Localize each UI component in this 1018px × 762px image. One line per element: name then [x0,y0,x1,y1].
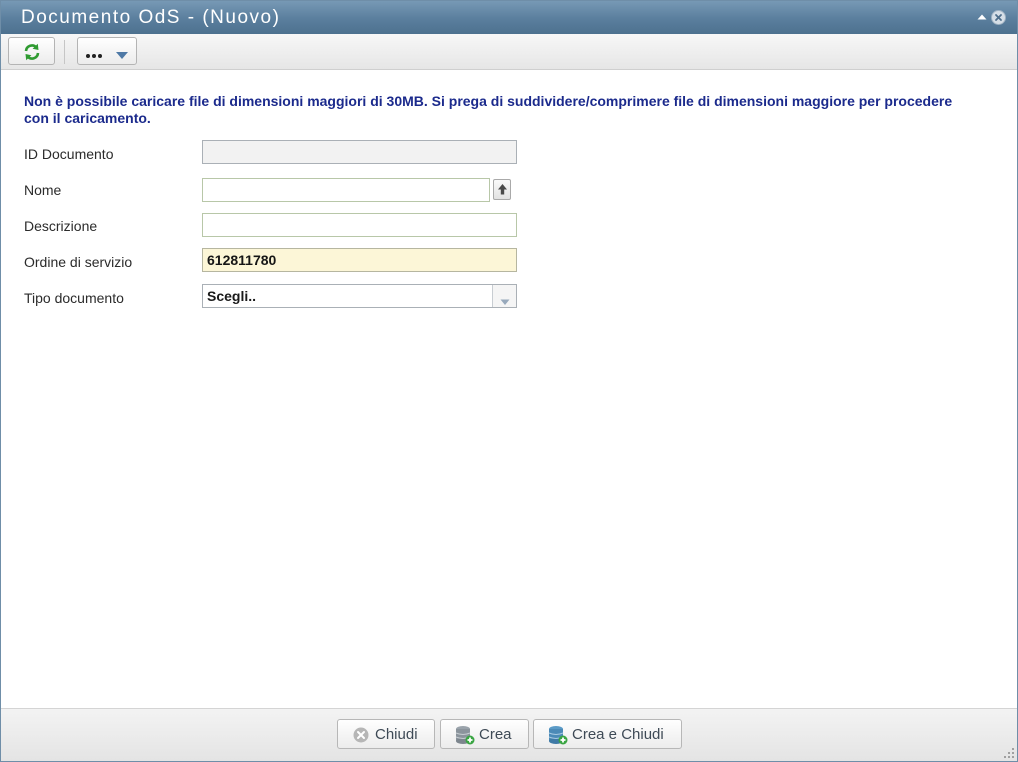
crea-e-chiudi-label: Crea e Chiudi [572,726,664,743]
id-documento-field [202,140,517,164]
tipo-documento-select[interactable]: Scegli.. [202,284,517,308]
tipo-documento-value: Scegli.. [207,288,257,304]
crea-button[interactable]: Crea [440,719,529,749]
close-icon[interactable] [991,10,1006,25]
id-documento-label: ID Documento [24,146,114,162]
chiudi-button[interactable]: Chiudi [337,719,435,749]
dialog-footer: Chiudi Crea Crea e Chiudi [1,708,1017,761]
dialog-window: Documento OdS - (Nuovo) Non è possibile … [0,0,1018,762]
title-bar[interactable]: Documento OdS - (Nuovo) [1,1,1017,34]
chevron-down-icon [500,293,510,311]
database-add-icon [548,725,568,749]
database-add-icon [455,725,475,749]
refresh-button[interactable] [8,37,55,65]
nome-label: Nome [24,182,62,198]
crea-label: Crea [479,726,512,743]
nome-field[interactable] [202,178,490,202]
toolbar-separator [64,40,65,64]
tipo-documento-label: Tipo documento [24,290,124,306]
descrizione-field[interactable] [202,213,517,237]
refresh-arrows-icon [22,42,42,67]
upload-file-button[interactable] [493,179,511,200]
ordine-servizio-field[interactable] [202,248,517,272]
caret-up-icon[interactable] [976,10,988,22]
crea-e-chiudi-button[interactable]: Crea e Chiudi [533,719,682,749]
ordine-servizio-label: Ordine di servizio [24,254,133,270]
chevron-down-icon [115,47,129,65]
toolbar [1,34,1017,70]
resize-grip-icon[interactable] [1003,746,1015,758]
more-actions-button[interactable] [77,37,137,65]
descrizione-label: Descrizione [24,218,98,234]
ellipsis-icon [85,47,103,65]
close-circle-icon [353,727,369,747]
chiudi-label: Chiudi [375,726,418,743]
upload-size-notice: Non è possibile caricare file di dimensi… [24,93,953,126]
upload-arrow-icon [496,182,509,202]
window-title: Documento OdS - (Nuovo) [21,7,281,28]
select-dropdown-button[interactable] [492,285,516,307]
